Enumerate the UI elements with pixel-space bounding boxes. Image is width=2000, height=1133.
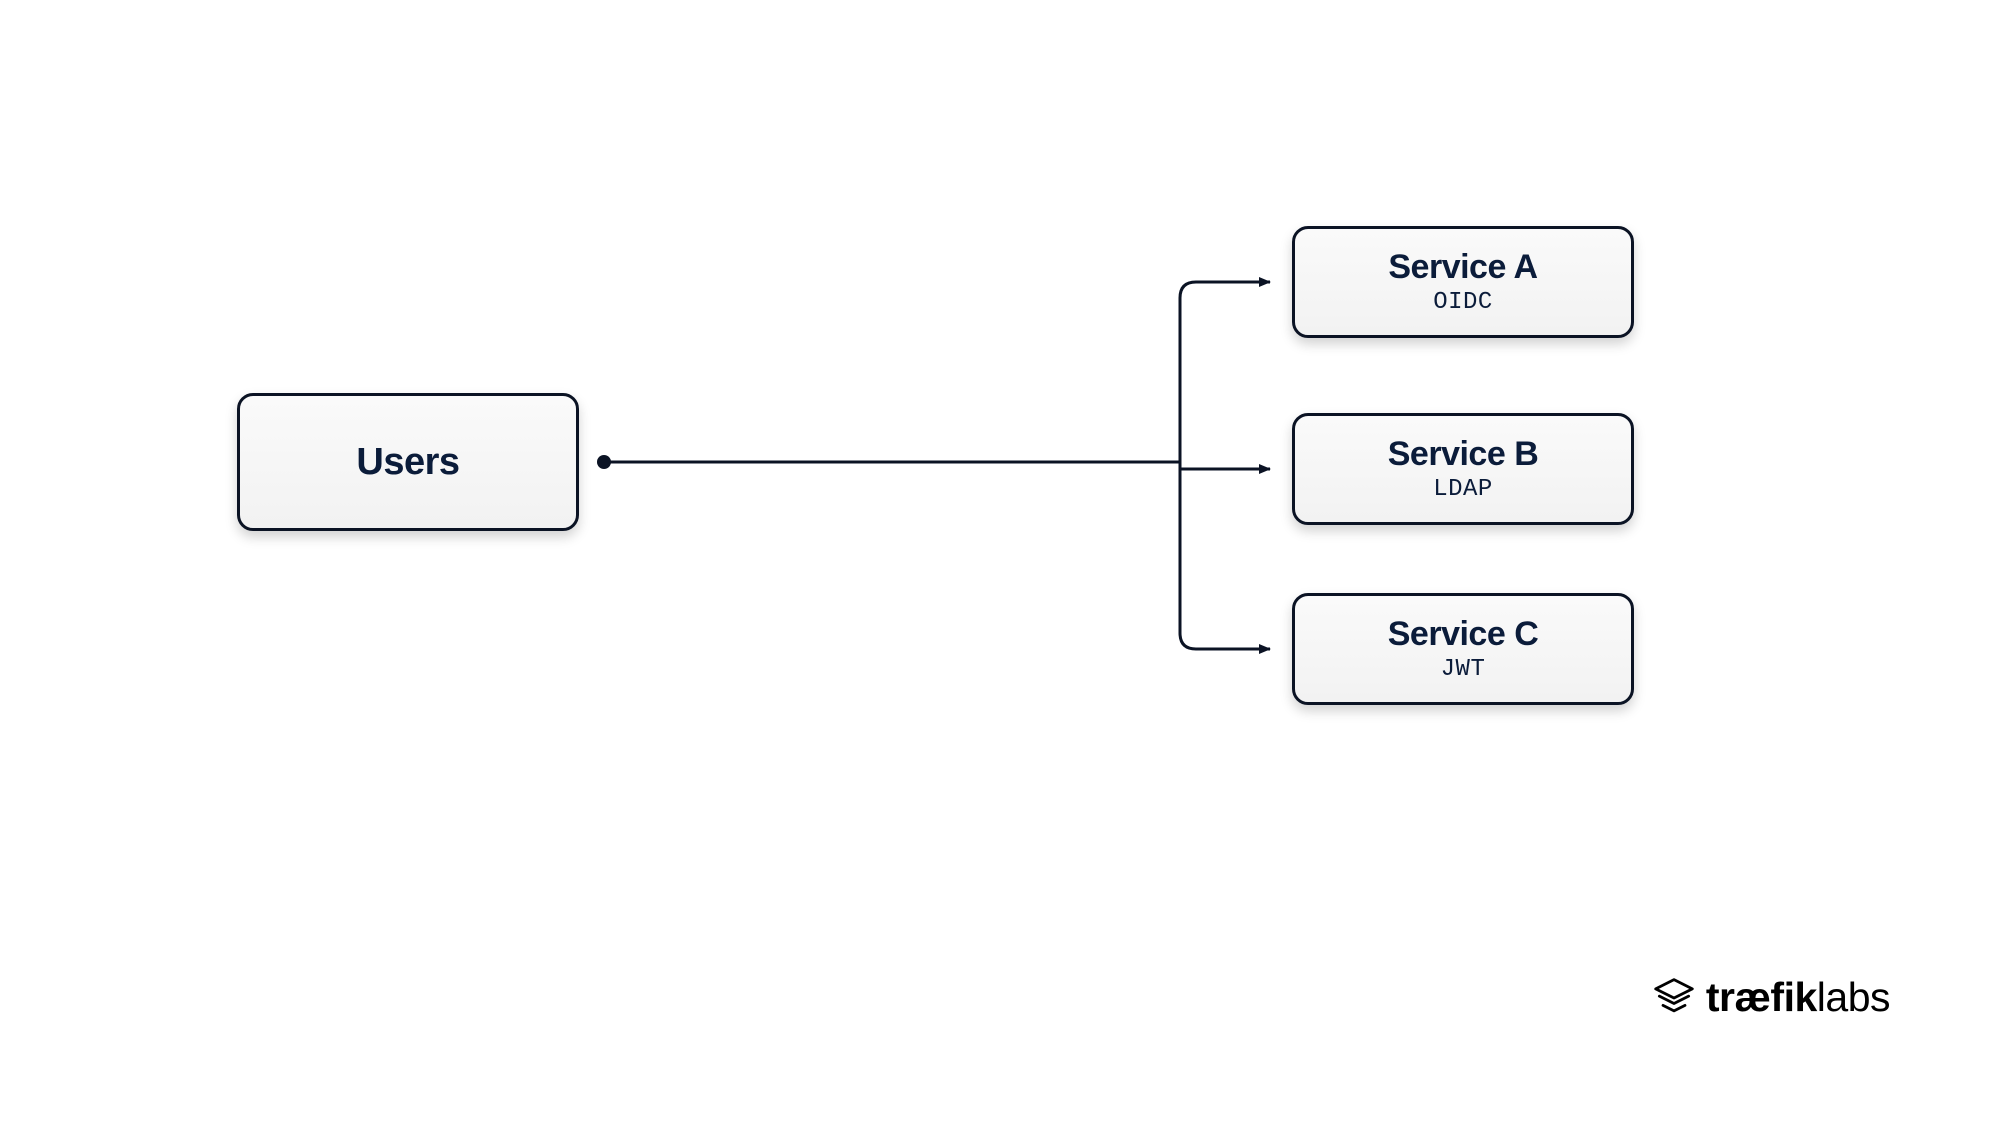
service-c-node: Service C JWT [1292, 593, 1634, 705]
brand-logo: træfiklabs [1652, 974, 1890, 1021]
service-a-node: Service A OIDC [1292, 226, 1634, 338]
service-b-sub: LDAP [1433, 476, 1493, 503]
brand-text: træfiklabs [1706, 974, 1890, 1021]
users-node-title: Users [356, 441, 459, 484]
service-b-node: Service B LDAP [1292, 413, 1634, 525]
service-a-title: Service A [1388, 248, 1537, 287]
users-node: Users [237, 393, 579, 531]
service-b-title: Service B [1388, 435, 1539, 474]
connector-lines [0, 0, 2000, 1133]
brand-prefix: træfik [1706, 974, 1817, 1020]
diagram-canvas: Users Service A OIDC Service B LDAP Serv… [0, 0, 2000, 1133]
traefik-icon [1652, 976, 1696, 1020]
service-c-title: Service C [1388, 615, 1539, 654]
brand-suffix: labs [1817, 974, 1890, 1020]
service-a-sub: OIDC [1433, 289, 1493, 316]
service-c-sub: JWT [1441, 656, 1486, 683]
